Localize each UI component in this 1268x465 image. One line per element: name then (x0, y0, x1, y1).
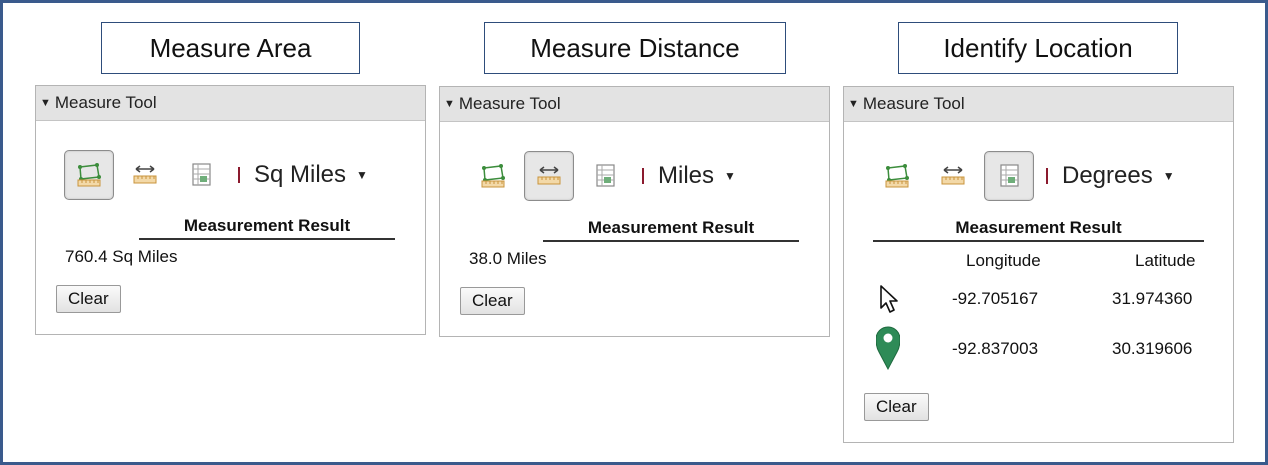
units-dropdown[interactable]: Sq Miles ▼ (254, 161, 368, 189)
collapse-caret-icon[interactable]: ▼ (40, 97, 51, 109)
clear-button[interactable]: Clear (56, 285, 121, 313)
row-1-latitude: 31.974360 (1112, 289, 1193, 308)
measure-area-button[interactable] (872, 151, 922, 201)
area-ruler-icon (77, 163, 101, 187)
caption-identify-location: Identify Location (898, 22, 1178, 74)
row-1-longitude: -92.705167 (952, 289, 1039, 308)
measurement-result-value: 38.0 Miles (469, 249, 547, 268)
clear-button[interactable]: Clear (864, 393, 929, 421)
toolbar-separator (1046, 168, 1048, 184)
measure-tool-panel-distance: ▼ Measure Tool Miles ▼ Measurement Resul… (439, 86, 830, 337)
measure-toolbar: Miles ▼ (468, 151, 736, 201)
column-header-longitude: Longitude (966, 251, 1041, 270)
panel-title: Measure Tool (54, 93, 157, 112)
panel-header[interactable]: ▼ Measure Tool (844, 87, 1233, 122)
panel-title: Measure Tool (458, 94, 561, 113)
dropdown-arrow-icon: ▼ (356, 168, 368, 182)
location-grid-icon (1000, 164, 1019, 187)
map-pin-icon[interactable] (875, 326, 901, 375)
identify-location-button[interactable] (984, 151, 1034, 201)
distance-ruler-icon (941, 166, 965, 185)
area-ruler-icon (481, 164, 505, 188)
collapse-caret-icon[interactable]: ▼ (444, 98, 455, 110)
units-label: Miles (658, 162, 715, 189)
row-2-longitude: -92.837003 (952, 339, 1039, 358)
measure-toolbar: Sq Miles ▼ (64, 150, 368, 200)
collapse-caret-icon[interactable]: ▼ (848, 98, 859, 110)
measure-distance-button[interactable] (524, 151, 574, 201)
dropdown-arrow-icon: ▼ (1162, 169, 1175, 183)
column-header-latitude: Latitude (1135, 251, 1196, 270)
caption-measure-distance: Measure Distance (484, 22, 786, 74)
units-label: Degrees (1062, 162, 1153, 189)
location-grid-icon (192, 163, 211, 186)
measurement-result-value: 760.4 Sq Miles (65, 247, 178, 266)
identify-location-button[interactable] (580, 151, 630, 201)
measure-area-button[interactable] (468, 151, 518, 201)
location-grid-icon (596, 164, 615, 187)
measure-distance-button[interactable] (928, 151, 978, 201)
toolbar-separator (238, 167, 240, 183)
panel-title: Measure Tool (862, 94, 965, 113)
measure-tool-panel-area: ▼ Measure Tool Sq Miles ▼ Measurement Re… (35, 85, 426, 335)
measurement-result-title: Measurement Result (873, 218, 1204, 242)
panel-header[interactable]: ▼ Measure Tool (36, 86, 425, 121)
units-dropdown[interactable]: Degrees ▼ (1062, 162, 1175, 190)
measurement-result-title: Measurement Result (139, 216, 395, 240)
measure-toolbar: Degrees ▼ (872, 151, 1175, 201)
caption-measure-area: Measure Area (101, 22, 360, 74)
distance-ruler-icon (537, 166, 561, 185)
panel-header[interactable]: ▼ Measure Tool (440, 87, 829, 122)
measure-tool-panel-location: ▼ Measure Tool Degrees ▼ Measurement Res… (843, 86, 1234, 443)
clear-button[interactable]: Clear (460, 287, 525, 315)
area-ruler-icon (885, 164, 909, 188)
distance-ruler-icon (133, 165, 157, 184)
cursor-arrow-icon (878, 284, 900, 319)
toolbar-separator (642, 168, 644, 184)
dropdown-arrow-icon: ▼ (724, 169, 736, 183)
row-2-latitude: 30.319606 (1112, 339, 1193, 358)
units-dropdown[interactable]: Miles ▼ (658, 162, 736, 190)
units-label: Sq Miles (254, 161, 347, 188)
identify-location-button[interactable] (176, 150, 226, 200)
measure-area-button[interactable] (64, 150, 114, 200)
measurement-result-title: Measurement Result (543, 218, 799, 242)
measure-distance-button[interactable] (120, 150, 170, 200)
